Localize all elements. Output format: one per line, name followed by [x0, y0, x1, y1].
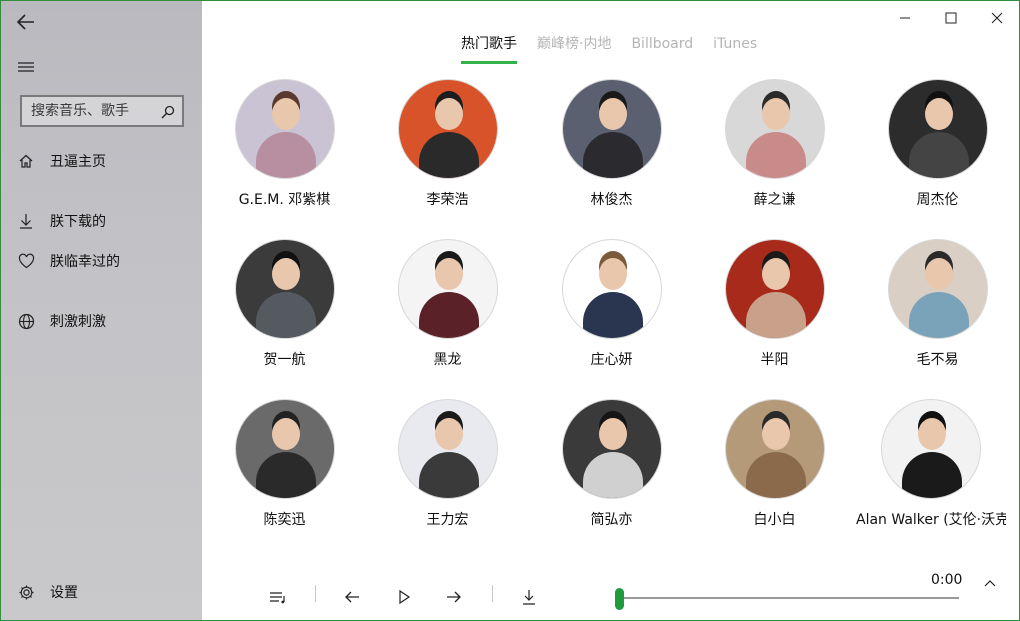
artist-name[interactable]: 王力宏 — [366, 509, 529, 529]
previous-button[interactable] — [341, 586, 363, 608]
artist-card[interactable]: 毛不易 — [856, 239, 1019, 369]
expand-button[interactable] — [979, 572, 1001, 594]
artist-avatar[interactable] — [724, 399, 825, 499]
tab-top-chart-mainland[interactable]: 巅峰榜·内地 — [537, 34, 611, 64]
artist-card[interactable]: 陈奕迅 — [203, 399, 366, 529]
settings-label: 设置 — [50, 585, 78, 601]
previous-arrow-icon — [345, 591, 359, 603]
artist-name[interactable]: 贺一航 — [203, 349, 366, 369]
artist-card[interactable]: 贺一航 — [203, 239, 366, 369]
tab-hot-artists[interactable]: 热门歌手 — [461, 34, 517, 64]
tab-bar: 热门歌手 巅峰榜·内地 Billboard iTunes — [461, 34, 777, 66]
close-icon — [991, 12, 1003, 24]
sidebar-item-label: 刺激刺激 — [50, 314, 106, 330]
close-button[interactable] — [986, 7, 1008, 29]
artist-name[interactable]: 林俊杰 — [530, 189, 693, 209]
artist-avatar[interactable] — [561, 79, 662, 179]
sidebar-item-label: 丑逼主页 — [50, 154, 106, 170]
artist-name[interactable]: 白小白 — [693, 509, 856, 529]
artist-name[interactable]: 李荣浩 — [366, 189, 529, 209]
sidebar-item-favorites[interactable]: 朕临幸过的 — [1, 244, 202, 278]
divider — [492, 585, 493, 602]
heart-icon — [17, 252, 35, 270]
artist-name[interactable]: 简弘亦 — [530, 509, 693, 529]
play-button[interactable] — [393, 586, 415, 608]
home-icon — [17, 152, 35, 170]
divider — [315, 585, 316, 602]
artist-avatar[interactable] — [887, 239, 988, 339]
artist-card[interactable]: 薛之谦 — [693, 79, 856, 209]
next-arrow-icon — [447, 591, 461, 603]
search-icon[interactable] — [161, 104, 175, 119]
artist-avatar[interactable] — [724, 239, 825, 339]
search-box[interactable] — [20, 95, 184, 127]
playlist-button[interactable] — [267, 586, 289, 608]
artist-name[interactable]: G.E.M. 邓紫棋 — [203, 189, 366, 209]
progress-track[interactable] — [619, 597, 959, 599]
back-arrow-icon — [16, 14, 34, 30]
artist-avatar[interactable] — [561, 239, 662, 339]
artist-avatar[interactable] — [881, 399, 981, 499]
artist-avatar[interactable] — [234, 239, 335, 339]
sidebar-item-downloads[interactable]: 朕下载的 — [1, 204, 202, 238]
artist-avatar[interactable] — [561, 399, 662, 499]
chevron-up-icon — [984, 580, 996, 587]
artist-card[interactable]: 李荣浩 — [366, 79, 529, 209]
artist-card[interactable]: 庄心妍 — [530, 239, 693, 369]
artist-card[interactable]: 白小白 — [693, 399, 856, 529]
globe-icon — [17, 312, 35, 330]
sidebar: 丑逼主页 朕下载的 朕临幸过的 刺激刺激 设置 — [1, 1, 202, 620]
playlist-icon — [270, 592, 285, 604]
artist-card[interactable]: G.E.M. 邓紫棋 — [203, 79, 366, 209]
artist-name[interactable]: 庄心妍 — [530, 349, 693, 369]
artist-card[interactable]: 周杰伦 — [856, 79, 1019, 209]
artist-name[interactable]: 毛不易 — [856, 349, 1019, 369]
artist-name[interactable]: 陈奕迅 — [203, 509, 366, 529]
gear-icon — [17, 583, 35, 601]
artist-card[interactable]: 简弘亦 — [530, 399, 693, 529]
next-button[interactable] — [443, 586, 465, 608]
maximize-icon — [945, 12, 957, 24]
settings-button[interactable]: 设置 — [1, 575, 202, 609]
time-display: 0:00 — [931, 572, 963, 588]
artist-avatar[interactable] — [397, 79, 498, 179]
artist-card[interactable]: 林俊杰 — [530, 79, 693, 209]
player-bar: 0:00 — [203, 566, 1019, 620]
tab-itunes[interactable]: iTunes — [713, 34, 757, 64]
sidebar-item-explore[interactable]: 刺激刺激 — [1, 304, 202, 338]
artist-name[interactable]: 黑龙 — [366, 349, 529, 369]
artist-avatar[interactable] — [724, 79, 825, 179]
artist-name[interactable]: Alan Walker (艾伦·沃克) — [856, 509, 1006, 529]
download-button[interactable] — [518, 586, 540, 608]
maximize-button[interactable] — [940, 7, 962, 29]
artist-card[interactable]: Alan Walker (艾伦·沃克) — [856, 399, 1006, 529]
hamburger-icon — [18, 62, 34, 72]
search-input[interactable] — [31, 103, 151, 119]
artist-card[interactable]: 王力宏 — [366, 399, 529, 529]
artist-avatar[interactable] — [234, 399, 335, 499]
artist-name[interactable]: 周杰伦 — [856, 189, 1019, 209]
back-button[interactable] — [15, 11, 37, 33]
download-icon — [17, 212, 35, 230]
artist-avatar[interactable] — [397, 239, 498, 339]
minimize-icon — [900, 17, 910, 19]
sidebar-item-label: 朕下载的 — [50, 214, 106, 230]
artist-card[interactable]: 黑龙 — [366, 239, 529, 369]
progress-thumb[interactable] — [615, 588, 624, 610]
sidebar-item-home[interactable]: 丑逼主页 — [1, 144, 202, 178]
artist-name[interactable]: 薛之谦 — [693, 189, 856, 209]
artist-avatar[interactable] — [397, 399, 498, 499]
artist-grid: G.E.M. 邓紫棋 李荣浩 林俊杰 薛之谦 周杰伦贺一航 黑龙 庄心妍 半阳 毛不易陈奕迅 王力… — [203, 79, 1019, 549]
artist-avatar[interactable] — [234, 79, 335, 179]
download-icon — [523, 590, 535, 605]
sidebar-item-label: 朕临幸过的 — [50, 254, 120, 270]
artist-name[interactable]: 半阳 — [693, 349, 856, 369]
play-icon — [399, 589, 411, 605]
tab-billboard[interactable]: Billboard — [631, 34, 693, 64]
hamburger-menu-button[interactable] — [17, 59, 35, 75]
artist-avatar[interactable] — [887, 79, 988, 179]
artist-card[interactable]: 半阳 — [693, 239, 856, 369]
minimize-button[interactable] — [894, 7, 916, 29]
